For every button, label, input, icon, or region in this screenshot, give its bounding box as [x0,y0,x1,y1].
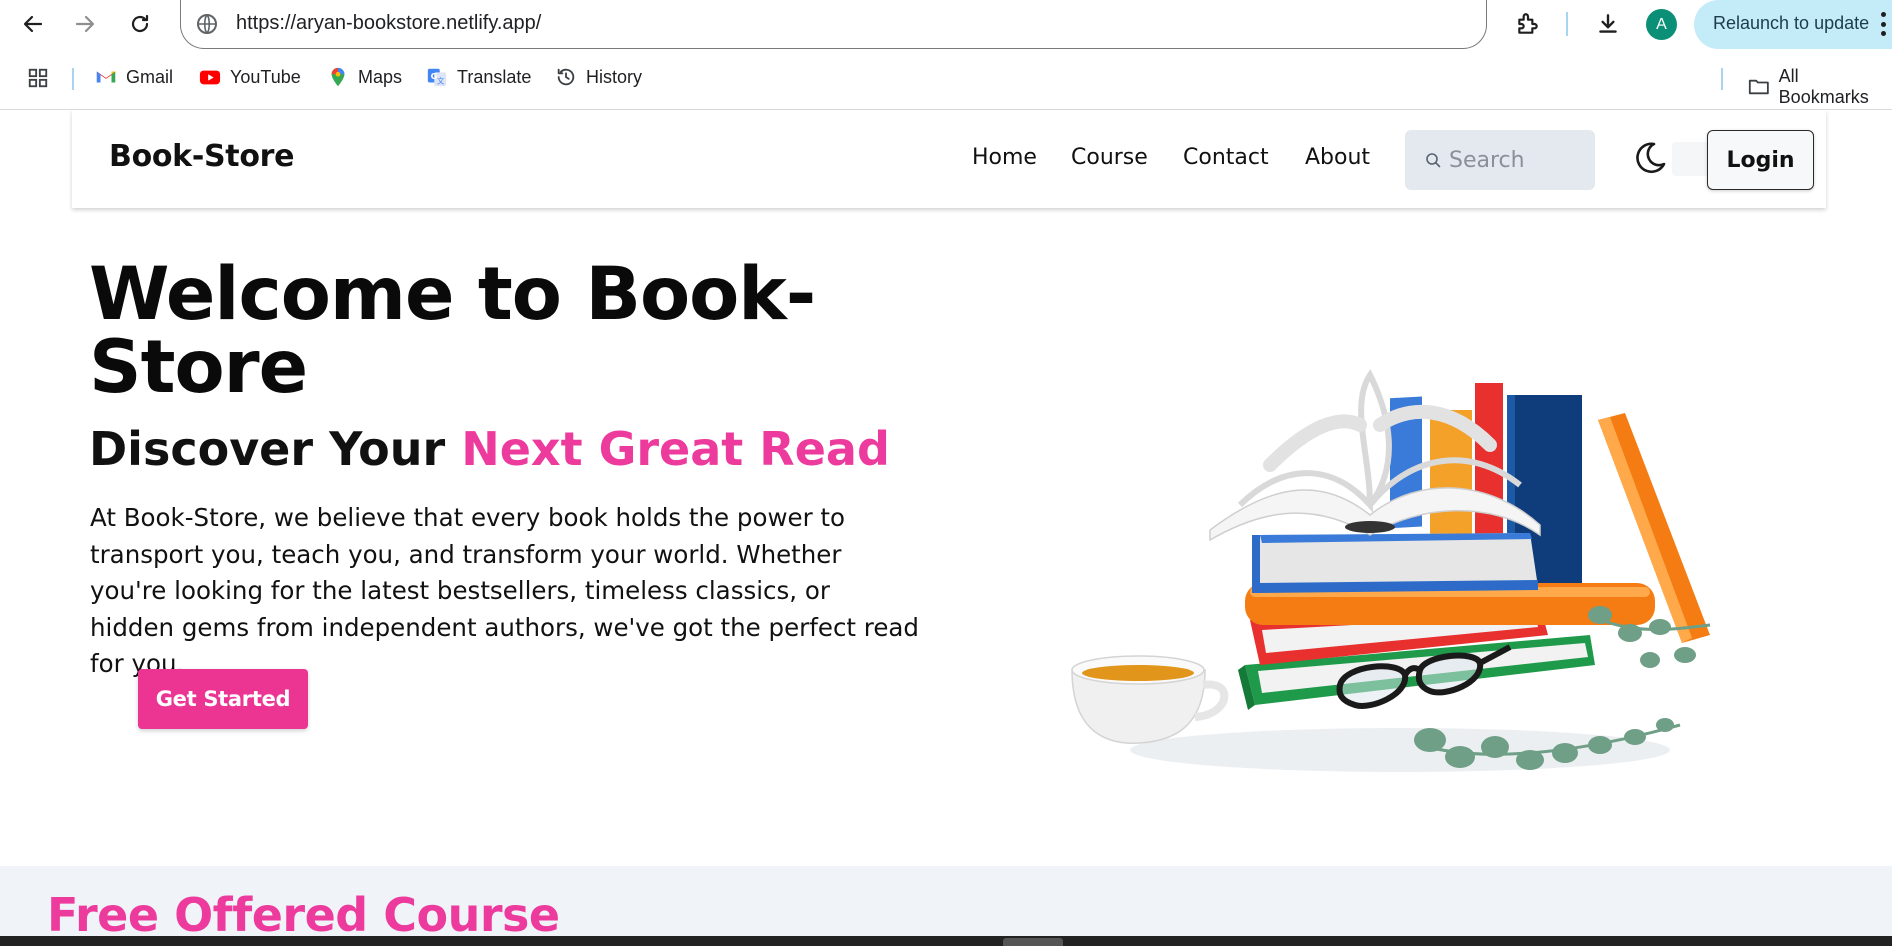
back-arrow-icon [23,15,43,33]
tea-cup [1071,655,1229,744]
hero-description: At Book-Store, we believe that every boo… [90,503,919,678]
translate-icon: G文 [427,68,447,87]
toolbar-separator [1566,12,1568,36]
search-box [1405,130,1595,190]
reload-icon [131,14,149,33]
history-icon [557,68,575,86]
extensions-button[interactable] [1510,6,1546,42]
url-text: https://aryan-bookstore.netlify.app/ [236,12,542,34]
all-bookmarks-label: All Bookmarks [1778,66,1869,107]
free-courses-section: Free Offered Course [0,866,1892,946]
extensions-icon [1518,13,1538,34]
hero-subtitle: Discover Your Next Great Read [89,422,890,476]
menu-kebab-icon[interactable] [1880,12,1886,36]
back-button[interactable] [15,6,51,42]
site-navbar: Book-Store Home Course Contact About Log… [72,110,1826,208]
profile-avatar[interactable]: A [1646,9,1677,40]
site-logo[interactable]: Book-Store [109,139,295,174]
login-button[interactable]: Login [1707,130,1814,190]
apps-grid-icon [28,68,48,88]
moon-icon [1636,142,1666,174]
scroll-handle[interactable] [1003,938,1063,946]
maps-icon [331,67,345,87]
forward-button[interactable] [67,6,103,42]
bookmark-maps[interactable]: Maps [327,66,402,88]
bookmark-label: YouTube [230,66,301,87]
window-bottom-bar [0,936,1892,946]
theme-toggle-button[interactable] [1632,140,1668,176]
youtube-icon [199,70,221,85]
bookmark-youtube[interactable]: YouTube [199,66,301,88]
reload-button[interactable] [122,6,158,42]
nav-home[interactable]: Home [972,145,1037,170]
bookmarks-bar: Gmail YouTube Maps G文 Translate History … [0,58,1892,107]
svg-text:文: 文 [437,76,445,85]
address-bar[interactable]: https://aryan-bookstore.netlify.app/ [180,0,1487,49]
free-courses-title: Free Offered Course [47,888,560,942]
downloads-button[interactable] [1590,6,1626,42]
bookmark-separator [1721,68,1723,90]
bookmark-label: Gmail [126,66,174,87]
nav-course[interactable]: Course [1071,145,1148,170]
bookmark-label: Maps [358,66,403,87]
bookmark-gmail[interactable]: Gmail [95,66,173,88]
download-icon [1599,14,1617,33]
books-illustration [1071,369,1711,772]
nav-about[interactable]: About [1305,145,1370,170]
bookmark-label: History [586,66,643,87]
site-info-icon[interactable] [195,12,219,36]
browser-toolbar: https://aryan-bookstore.netlify.app/ A R… [0,0,1892,49]
nav-contact[interactable]: Contact [1183,145,1269,170]
hero-subtitle-plain: Discover Your [89,422,462,476]
hero-subtitle-accent: Next Great Read [461,422,890,476]
bookmark-label: Translate [457,66,532,87]
apps-button[interactable] [27,67,49,89]
hero-title: Welcome to Book-Store [89,252,816,410]
get-started-button[interactable]: Get Started [138,669,308,729]
search-icon [1426,153,1441,168]
bookmark-translate[interactable]: G文 Translate [426,66,531,88]
gmail-icon [96,71,116,83]
toggle-background [1672,142,1712,176]
bookmark-separator [72,68,74,90]
search-input[interactable] [1449,144,1589,176]
all-bookmarks[interactable]: All Bookmarks [1748,66,1892,108]
forward-arrow-icon [75,15,95,33]
bookmark-history[interactable]: History [555,66,642,88]
folder-icon [1748,79,1769,95]
relaunch-button[interactable]: Relaunch to update [1694,0,1892,49]
